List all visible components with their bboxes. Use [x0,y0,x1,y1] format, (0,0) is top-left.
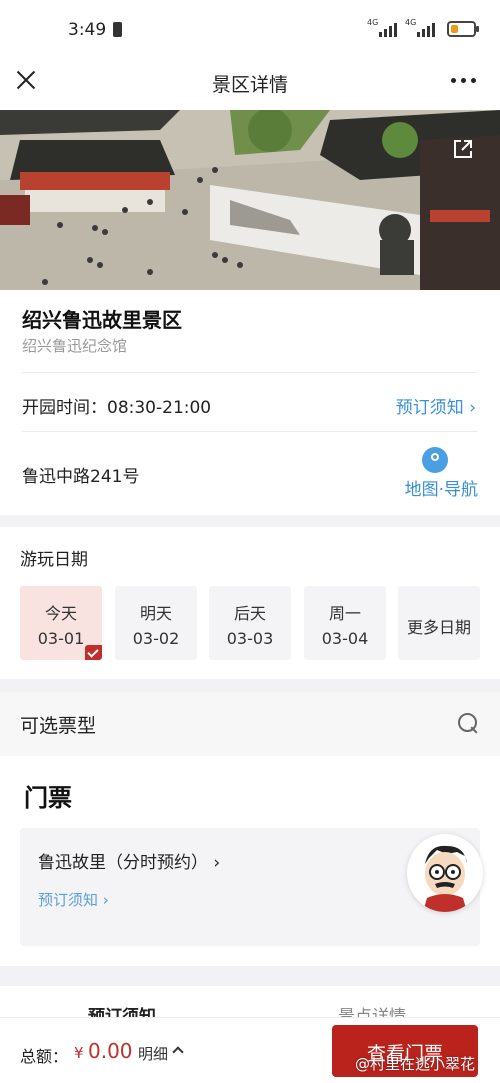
check-icon [85,645,102,660]
more-dates-label: 更多日期 [406,618,471,637]
mascot-avatar[interactable] [407,834,483,912]
chevron-right-icon: › [469,398,476,418]
signal-icon: 4G [367,18,397,37]
network-type-label: 4G [405,18,417,27]
map-navigation-link[interactable]: 地图·导航 [405,475,478,500]
date-weekday: 后天 [233,604,266,623]
currency-symbol: ¥ [74,1044,84,1062]
ticket-name[interactable]: 鲁迅故里（分时预约） › [38,848,220,873]
date-value: 03-03 [226,629,274,648]
date-value: 03-02 [132,629,180,648]
visit-date-title: 游玩日期 [20,550,88,570]
site-name: 绍兴鲁迅故里景区 [22,308,182,332]
site-subtitle: 绍兴鲁迅纪念馆 [22,337,128,355]
date-option-today[interactable]: 今天 03-01 [20,586,102,660]
hero-image [0,110,500,290]
mascot-icon [423,845,467,912]
chevron-up-icon[interactable] [172,1046,184,1058]
price-detail-button[interactable]: 明细 [138,1043,168,1064]
divider [22,431,478,432]
chevron-right-icon: › [102,891,109,909]
date-option-tomorrow[interactable]: 明天 03-02 [115,586,197,660]
date-option-day-after[interactable]: 后天 03-03 [209,586,291,660]
scenic-photo [0,110,500,290]
ticket-booking-notice[interactable]: 预订须知 › [38,889,109,910]
ticket-name-label: 鲁迅故里（分时预约） [38,853,208,873]
location-pin-icon[interactable] [422,447,448,473]
status-bar: 3:49 4G 4G [0,0,500,60]
battery-icon [447,21,479,37]
tickets-heading: 门票 [24,784,72,812]
sim-icon [113,22,122,37]
more-icon[interactable] [451,78,476,83]
booking-notice-label: 预订须知 [395,398,464,418]
page-title: 景区详情 [211,74,288,96]
watermark: @村里在逃小翠花 [355,1055,476,1073]
ticket-type-header: 可选票型 [0,692,500,756]
date-weekday: 今天 [44,604,77,623]
share-icon[interactable] [452,138,474,160]
date-value: 03-04 [321,629,369,648]
nav-bar: 景区详情 [0,60,500,110]
search-icon[interactable] [458,713,480,735]
booking-notice-link[interactable]: 预订须知 › [396,393,476,418]
status-indicators: 4G 4G [367,18,479,37]
total-label: 总额： [20,1047,69,1066]
signal-icon: 4G [405,18,435,37]
chevron-right-icon: › [213,853,221,873]
ticket-type-label: 可选票型 [20,715,97,737]
date-weekday: 明天 [139,604,172,623]
date-option-monday[interactable]: 周一 03-04 [304,586,386,660]
network-type-label: 4G [367,18,379,27]
visit-date-section: 游玩日期 今天 03-01 明天 03-02 后天 03-03 周一 03-04… [0,527,500,679]
opening-hours: 开园时间：08:30-21:00 [22,398,212,418]
total-amount: 0.00 [88,1039,133,1063]
battery-level [451,25,458,33]
status-time: 3:49 [68,20,107,40]
more-dates-button[interactable]: 更多日期 [398,586,480,660]
divider [22,372,478,373]
address: 鲁迅中路241号 [22,467,140,487]
site-info: 绍兴鲁迅故里景区 绍兴鲁迅纪念馆 开园时间：08:30-21:00 预订须知 ›… [0,290,500,515]
date-weekday: 周一 [328,604,361,623]
ticket-notice-label: 预订须知 [38,891,99,909]
